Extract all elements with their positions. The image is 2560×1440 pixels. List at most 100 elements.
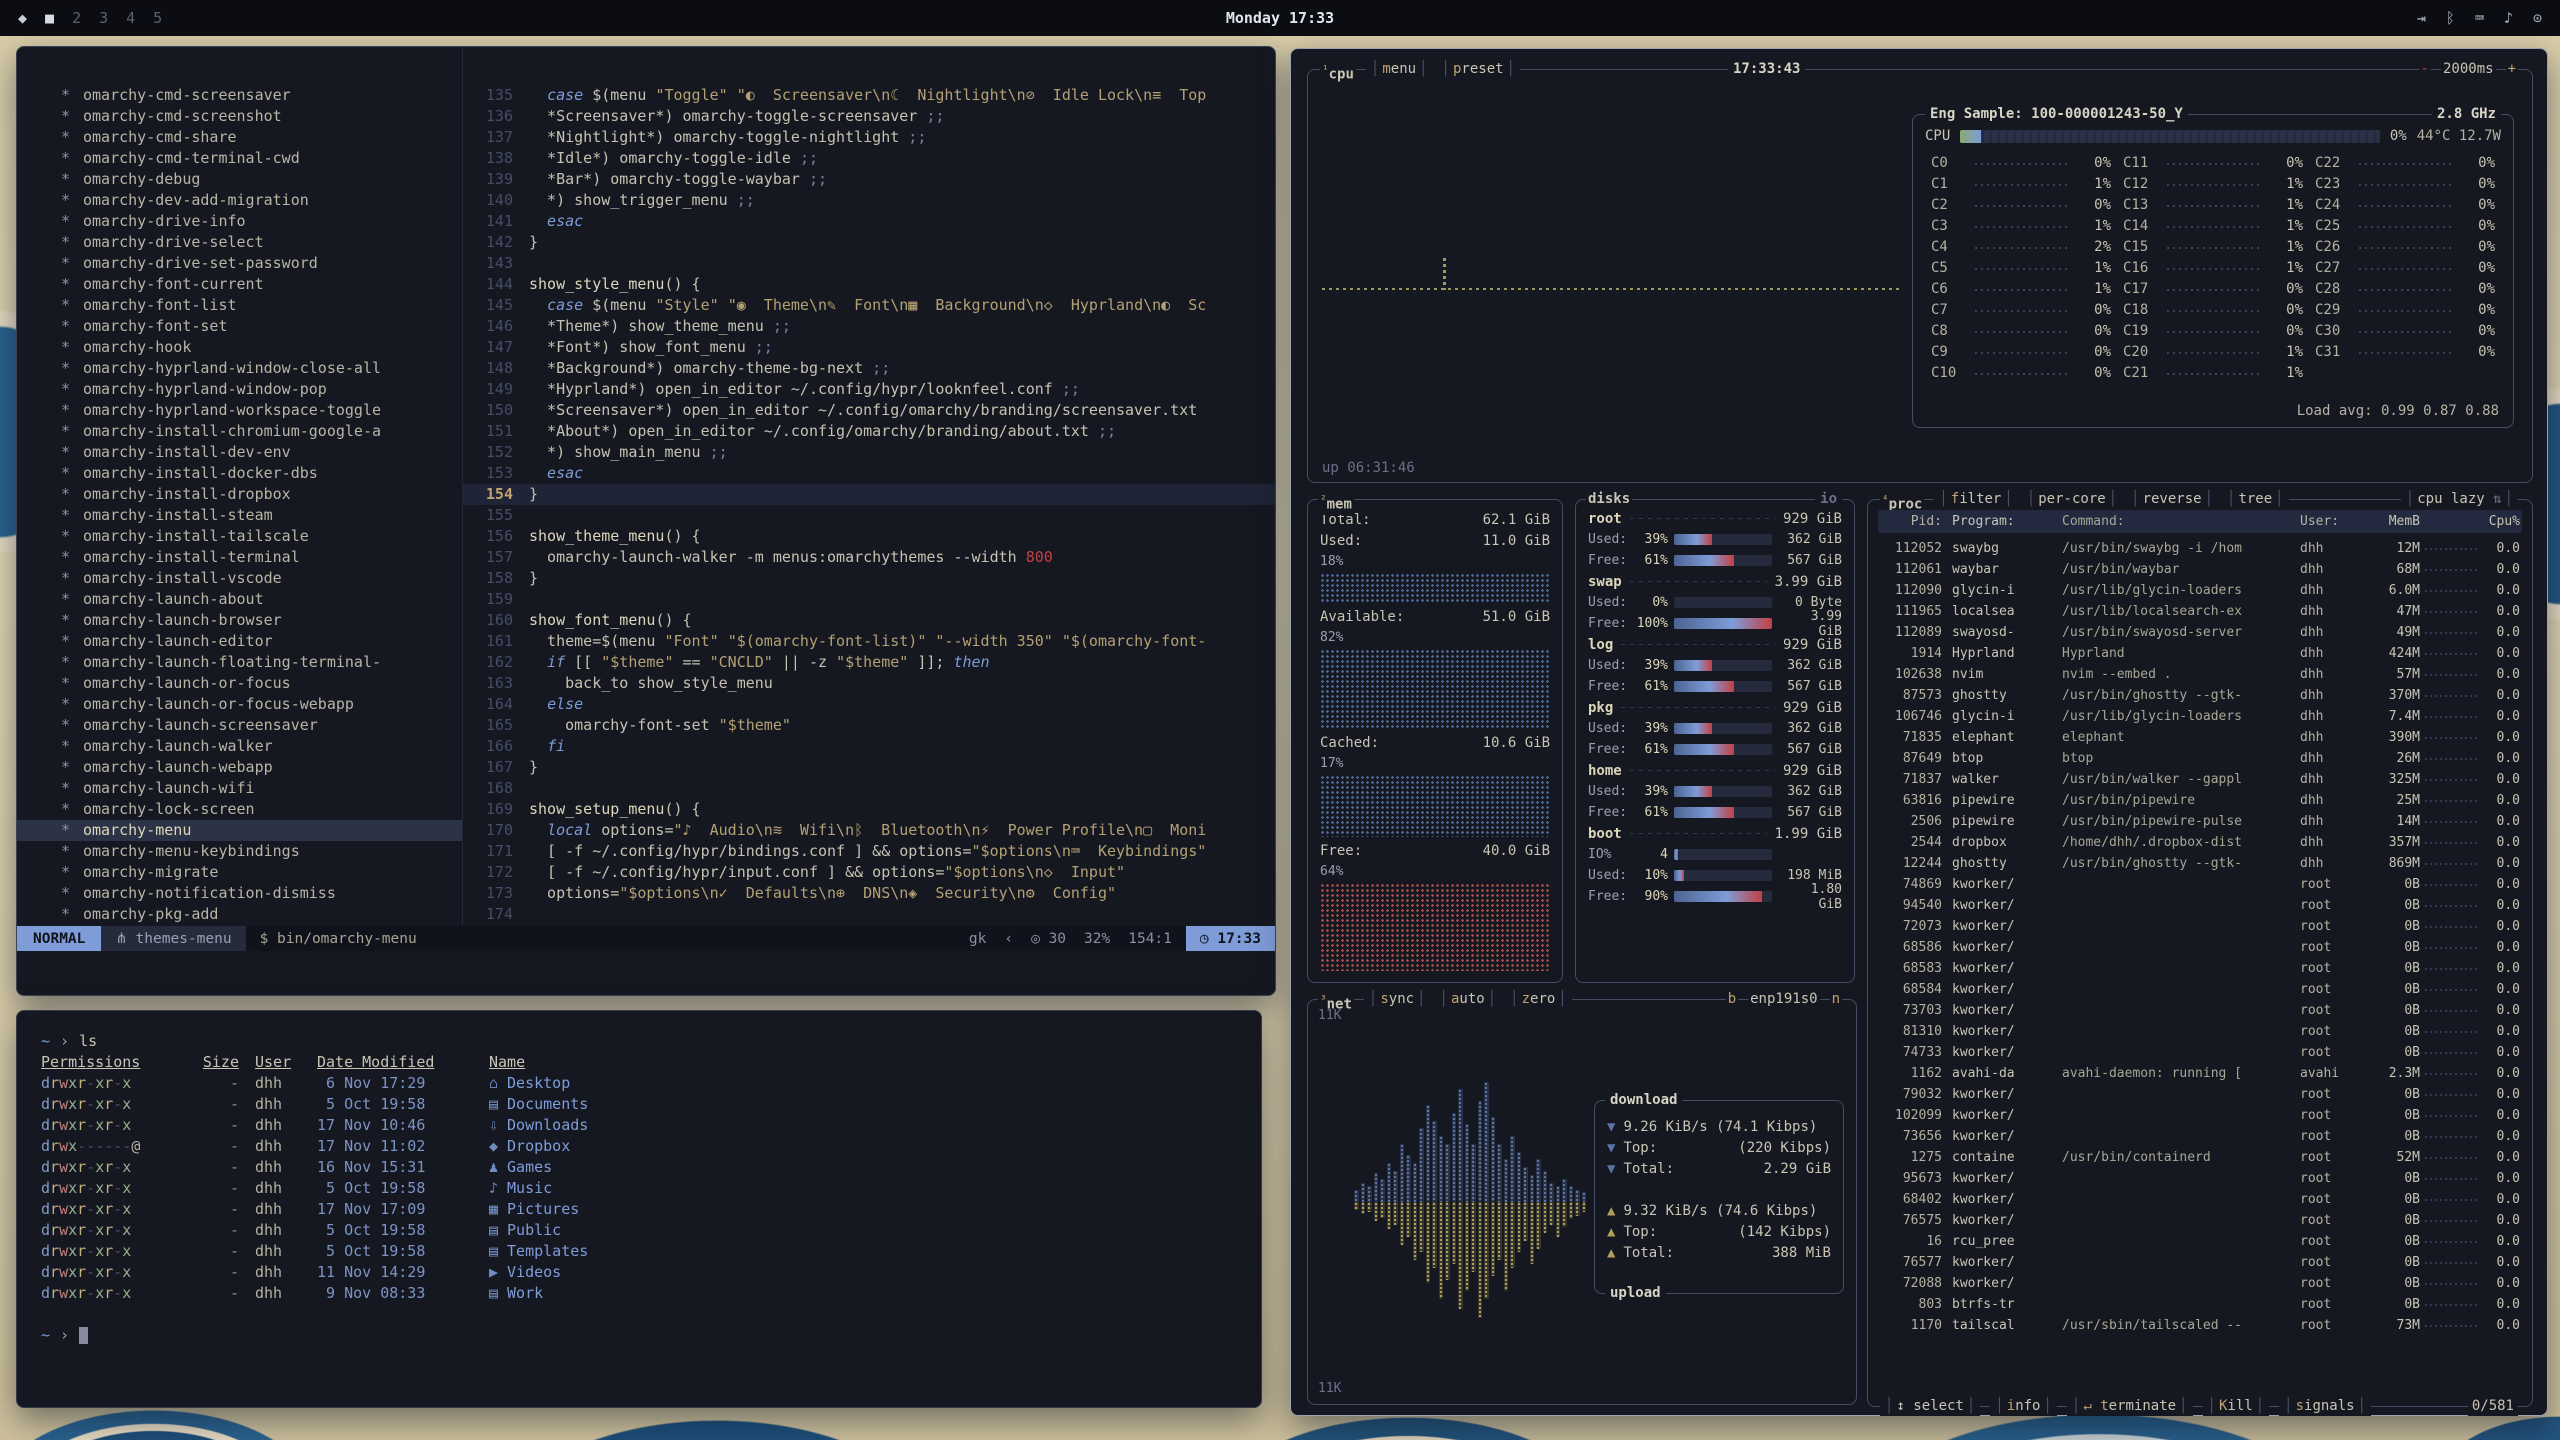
file-list-item[interactable]: *omarchy-drive-set-password [17,253,462,274]
file-list-item[interactable]: *omarchy-hyprland-workspace-toggle [17,400,462,421]
file-list-item[interactable]: *omarchy-launch-floating-terminal- [17,652,462,673]
code-line[interactable]: 160show_font_menu() { [463,610,1275,631]
code-line[interactable]: 140 *) show_trigger_menu ;; [463,190,1275,211]
code-line[interactable]: 174 [463,904,1275,925]
workspace-3[interactable]: 3 [99,9,108,27]
code-line[interactable]: 144show_style_menu() { [463,274,1275,295]
file-list-item[interactable]: *omarchy-menu-keybindings [17,841,462,862]
code-line[interactable]: 146 *Theme*) show_theme_menu ;; [463,316,1275,337]
interval-minus-button[interactable]: - [2419,60,2431,79]
code-line[interactable]: 138 *Idle*) omarchy-toggle-idle ;; [463,148,1275,169]
terminal-window[interactable]: ~ › ls Permissions Size User Date Modifi… [16,1010,1262,1408]
code-line[interactable]: 148 *Background*) omarchy-theme-bg-next … [463,358,1275,379]
code-line[interactable]: 172 [ -f ~/.config/hypr/input.conf ] && … [463,862,1275,883]
prompt-line-empty[interactable]: ~ › [41,1325,1237,1346]
iface-prev-button[interactable]: b [1726,990,1738,1009]
file-list-item[interactable]: *omarchy-hyprland-window-pop [17,379,462,400]
workspace-5[interactable]: 5 [153,9,162,27]
process-row[interactable]: 1162avahi-daavahi-daemon: running [avahi… [1878,1063,2522,1084]
workspace-1[interactable]: ■ [45,9,54,27]
code-line[interactable]: 170 local options="♪ Audio\n≋ Wifi\nᛒ Bl… [463,820,1275,841]
process-row[interactable]: 2544dropbox/home/dhh/.dropbox-distdhh357… [1878,832,2522,853]
process-row[interactable]: 74733kworker/root0B0.0 [1878,1042,2522,1063]
code-line[interactable]: 163 back_to show_style_menu [463,673,1275,694]
file-list-item[interactable]: *omarchy-dev-add-migration [17,190,462,211]
process-row[interactable]: 68402kworker/root0B0.0 [1878,1189,2522,1210]
disks-box-title[interactable]: disks [1586,490,1632,509]
col-pid[interactable]: Pid: [1878,514,1942,529]
code-line[interactable]: 154} [463,484,1275,505]
process-row[interactable]: 12244ghostty/usr/bin/ghostty --gtk-dhh86… [1878,853,2522,874]
code-line[interactable]: 142} [463,232,1275,253]
proc-sort[interactable]: cpu lazy ⇅ [2401,490,2518,509]
process-row[interactable]: 112061waybar/usr/bin/waybardhh68M0.0 [1878,559,2522,580]
col-program[interactable]: Program: [1942,514,2062,529]
process-row[interactable]: 71837walker/usr/bin/walker --gappldhh325… [1878,769,2522,790]
file-list-item[interactable]: *omarchy-launch-walker [17,736,462,757]
process-row[interactable]: 76575kworker/root0B0.0 [1878,1210,2522,1231]
code-line[interactable]: 162 if [[ "$theme" == "CNCLD" || -z "$th… [463,652,1275,673]
file-list-item[interactable]: *omarchy-font-list [17,295,462,316]
process-row[interactable]: 81310kworker/root0B0.0 [1878,1021,2522,1042]
file-list-item[interactable]: *omarchy-launch-editor [17,631,462,652]
code-line[interactable]: 156show_theme_menu() { [463,526,1275,547]
code-line[interactable]: 139 *Bar*) omarchy-toggle-waybar ;; [463,169,1275,190]
code-line[interactable]: 135 case $(menu "Toggle" "◐ Screensaver\… [463,85,1275,106]
process-row[interactable]: 2506pipewire/usr/bin/pipewire-pulsedhh14… [1878,811,2522,832]
col-user[interactable]: User: [2300,514,2364,529]
iface-next-button[interactable]: n [1830,990,1842,1009]
process-row[interactable]: 95673kworker/root0B0.0 [1878,1168,2522,1189]
process-row[interactable]: 73656kworker/root0B0.0 [1878,1126,2522,1147]
process-row[interactable]: 87649btopbtopdhh26M0.0 [1878,748,2522,769]
code-line[interactable]: 171 [ -f ~/.config/hypr/bindings.conf ] … [463,841,1275,862]
bluetooth-icon[interactable]: ᛒ [2446,9,2455,27]
file-list-item[interactable]: *omarchy-hyprland-window-close-all [17,358,462,379]
code-line[interactable]: 147 *Font*) show_font_menu ;; [463,337,1275,358]
omarchy-logo-icon[interactable]: ◆ [18,9,27,27]
process-row[interactable]: 102638nvimnvim --embed .dhh57M0.0 [1878,664,2522,685]
col-memb[interactable]: MemB [2364,514,2420,529]
file-list-item[interactable]: *omarchy-install-chromium-google-a [17,421,462,442]
code-line[interactable]: 167} [463,757,1275,778]
power-icon[interactable]: ⊙ [2533,9,2542,27]
code-line[interactable]: 152 *) show_main_menu ;; [463,442,1275,463]
process-row[interactable]: 63816pipewire/usr/bin/pipewiredhh25M0.0 [1878,790,2522,811]
process-row[interactable]: 87573ghostty/usr/bin/ghostty --gtk-dhh37… [1878,685,2522,706]
code-line[interactable]: 150 *Screensaver*) open_in_editor ~/.con… [463,400,1275,421]
process-row[interactable]: 68584kworker/root0B0.0 [1878,979,2522,1000]
workspace-2[interactable]: 2 [72,9,81,27]
file-list-item[interactable]: *omarchy-install-terminal [17,547,462,568]
file-list-item[interactable]: *omarchy-hook [17,337,462,358]
btop-button[interactable]: info [1990,1397,2057,1416]
volume-icon[interactable]: ♪ [2504,9,2513,27]
file-list-item[interactable]: *omarchy-font-current [17,274,462,295]
code-line[interactable]: 145 case $(menu "Style" "◉ Theme\n✎ Font… [463,295,1275,316]
file-list-item[interactable]: *omarchy-launch-wifi [17,778,462,799]
file-list-item[interactable]: *omarchy-font-set [17,316,462,337]
btop-window[interactable]: ¹cpu menupreset 17:33:43 - 2000ms + Eng … [1290,48,2548,1416]
file-list-item[interactable]: *omarchy-launch-or-focus-webapp [17,694,462,715]
code-line[interactable]: 137 *Nightlight*) omarchy-toggle-nightli… [463,127,1275,148]
code-line[interactable]: 153 esac [463,463,1275,484]
process-row[interactable]: 72088kworker/root0B0.0 [1878,1273,2522,1294]
code-line[interactable]: 149 *Hyprland*) open_in_editor ~/.config… [463,379,1275,400]
code-line[interactable]: 155 [463,505,1275,526]
btop-button[interactable]: preset [1439,60,1518,85]
col-cpu[interactable]: Cpu% [2482,514,2522,529]
process-row[interactable]: 73703kworker/root0B0.0 [1878,1000,2522,1021]
code-line[interactable]: 165 omarchy-font-set "$theme" [463,715,1275,736]
btop-button[interactable]: menu [1368,60,1431,85]
file-list-item[interactable]: *omarchy-drive-info [17,211,462,232]
process-row[interactable]: 1914HyprlandHyprlanddhh424M0.0 [1878,643,2522,664]
code-line[interactable]: 151 *About*) open_in_editor ~/.config/om… [463,421,1275,442]
process-row[interactable]: 68583kworker/root0B0.0 [1878,958,2522,979]
code-line[interactable]: 164 else [463,694,1275,715]
file-list-item[interactable]: *omarchy-install-dropbox [17,484,462,505]
file-list-item[interactable]: *omarchy-menu [17,820,462,841]
process-row[interactable]: 76577kworker/root0B0.0 [1878,1252,2522,1273]
btop-button[interactable]: signals [2279,1397,2371,1416]
file-list-item[interactable]: *omarchy-cmd-share [17,127,462,148]
process-row[interactable]: 112090glycin-i/usr/lib/glycin-loadersdhh… [1878,580,2522,601]
btop-button[interactable]: Kill [2203,1397,2270,1416]
file-list-item[interactable]: *omarchy-launch-or-focus [17,673,462,694]
